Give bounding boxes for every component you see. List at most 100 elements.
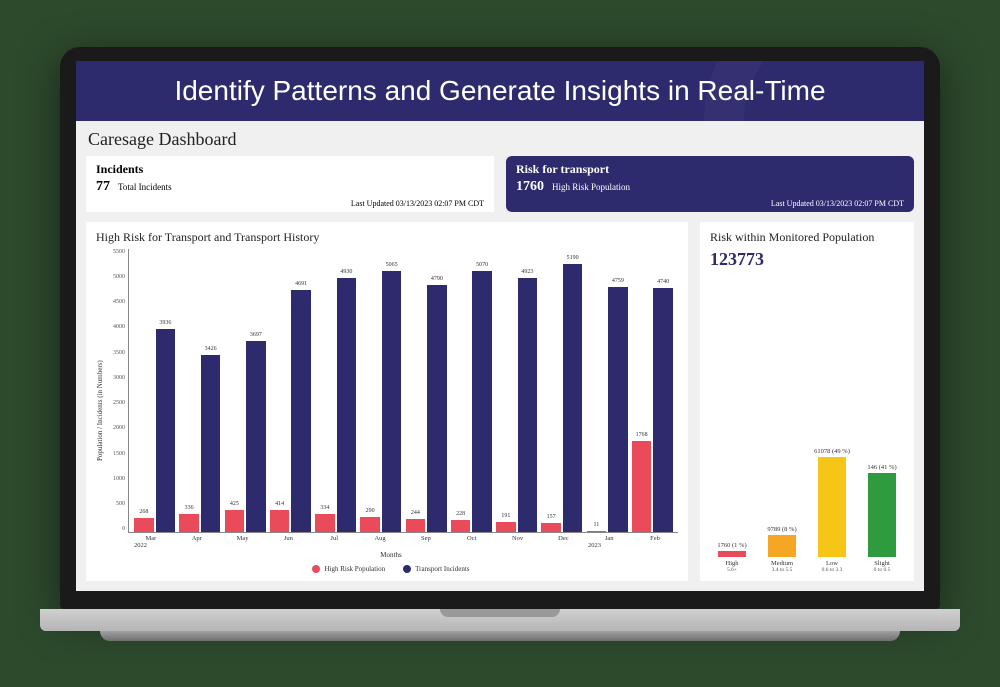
legend-label-0: High Risk Population — [324, 565, 385, 573]
card-risk-transport[interactable]: Risk for transport 1760 High Risk Popula… — [506, 156, 914, 212]
y-tick: 500 — [104, 501, 125, 507]
risk-range-label: 3.4 to 5.5 — [772, 567, 793, 573]
y-tick: 1500 — [104, 451, 125, 457]
y-tick: 3500 — [104, 350, 125, 356]
bar-transport[interactable]: 4930 — [337, 278, 356, 532]
risk-range-label: 0 to 0.5 — [874, 567, 891, 573]
bar-value-label: 157 — [547, 514, 556, 520]
bar-value-label: 4759 — [612, 278, 624, 284]
bar-transport[interactable]: 4759 — [608, 287, 627, 532]
bar-transport[interactable]: 5065 — [382, 271, 401, 532]
bar-value-label: 11 — [594, 522, 600, 528]
x-tick: Jun — [265, 533, 311, 542]
bar-high-risk[interactable]: 268 — [134, 518, 153, 532]
risk-category-label: Slight — [874, 560, 890, 567]
panels: High Risk for Transport and Transport Hi… — [86, 222, 914, 581]
y-tick: 2500 — [104, 400, 125, 406]
month-group: 2444790 — [405, 249, 448, 532]
card-incidents-updated: Last Updated 03/13/2023 02:07 PM CDT — [351, 199, 484, 208]
panel-risk-population: Risk within Monitored Population 123773 … — [700, 222, 914, 581]
bar-high-risk[interactable]: 334 — [315, 514, 334, 531]
bar-transport[interactable]: 4740 — [653, 288, 672, 532]
laptop-foot — [100, 631, 900, 641]
y-tick: 5500 — [104, 249, 125, 255]
month-group: 17684740 — [631, 249, 674, 532]
risk-bar[interactable] — [868, 473, 896, 557]
card-incidents[interactable]: Incidents 77 Total Incidents Last Update… — [86, 156, 494, 212]
bar-value-label: 3426 — [205, 346, 217, 352]
bar-value-label: 4740 — [657, 279, 669, 285]
legend-swatch-navy — [403, 565, 411, 573]
bar-value-label: 4790 — [431, 276, 443, 282]
risk-bar[interactable] — [818, 457, 846, 557]
risk-col-low: 61078 (49 %) Low0.6 to 3.3 — [812, 448, 852, 573]
y-tick: 2000 — [104, 425, 125, 431]
card-risk-sub: High Risk Population — [552, 182, 630, 192]
y-tick: 1000 — [104, 476, 125, 482]
screen: Identify Patterns and Generate Insights … — [76, 61, 924, 591]
bar-high-risk[interactable]: 425 — [225, 510, 244, 532]
bar-transport[interactable]: 4790 — [427, 285, 446, 531]
bar-high-risk[interactable]: 228 — [451, 520, 470, 532]
x-tick: Dec — [540, 533, 586, 542]
chart-ylabel: Population / Incidents (in Numbers) — [96, 249, 104, 573]
month-group: 4144691 — [269, 249, 312, 532]
bar-value-label: 1768 — [636, 432, 648, 438]
risk-panel-title: Risk within Monitored Population — [710, 230, 904, 245]
card-incidents-value: 77 — [96, 179, 110, 195]
bar-value-label: 336 — [185, 505, 194, 511]
screen-bezel: Identify Patterns and Generate Insights … — [60, 47, 940, 609]
bar-high-risk[interactable]: 11 — [587, 531, 606, 532]
legend-swatch-red — [312, 565, 320, 573]
bar-transport[interactable]: 4691 — [291, 290, 310, 531]
risk-bar[interactable] — [718, 551, 746, 557]
bar-high-risk[interactable]: 336 — [179, 514, 198, 531]
card-risk-updated: Last Updated 03/13/2023 02:07 PM CDT — [771, 199, 904, 208]
year-2023: 2023 — [584, 542, 678, 549]
bar-transport[interactable]: 5190 — [563, 264, 582, 531]
risk-col-medium: 9789 (8 %)Medium3.4 to 5.5 — [762, 526, 802, 573]
month-group: 3344930 — [314, 249, 357, 532]
month-group: 2683936 — [133, 249, 176, 532]
x-tick: Apr — [174, 533, 220, 542]
bar-value-label: 425 — [230, 501, 239, 507]
bar-transport[interactable]: 3697 — [246, 341, 265, 531]
bar-high-risk[interactable]: 157 — [541, 523, 560, 531]
bar-high-risk[interactable]: 1768 — [632, 441, 651, 532]
x-tick: Oct — [449, 533, 495, 542]
bar-high-risk[interactable]: 414 — [270, 510, 289, 531]
chart-y-axis: 5500500045004000350030002500200015001000… — [104, 249, 128, 533]
legend-label-1: Transport Incidents — [415, 565, 469, 573]
bar-value-label: 228 — [456, 511, 465, 517]
x-tick: Mar — [128, 533, 174, 542]
y-tick: 5000 — [104, 274, 125, 280]
risk-category-label: Low — [826, 560, 838, 567]
risk-bars: 1760 (1 %)High5.6+9789 (8 %)Medium3.4 to… — [710, 276, 904, 573]
x-tick: Sep — [403, 533, 449, 542]
y-tick: 3000 — [104, 375, 125, 381]
bar-value-label: 5190 — [567, 255, 579, 261]
bar-transport[interactable]: 3426 — [201, 355, 220, 531]
bar-transport[interactable]: 4923 — [518, 278, 537, 531]
dashboard-content: Caresage Dashboard Incidents 77 Total In… — [76, 121, 924, 591]
bar-high-risk[interactable]: 290 — [360, 517, 379, 532]
risk-col-slight: 146 (41 %) Slight0 to 0.5 — [862, 464, 902, 573]
risk-bar[interactable] — [768, 535, 796, 557]
bar-value-label: 4930 — [340, 269, 352, 275]
chart-title: High Risk for Transport and Transport Hi… — [96, 230, 678, 245]
card-incidents-title: Incidents — [96, 162, 484, 177]
bar-high-risk[interactable]: 244 — [406, 519, 425, 532]
bar-transport[interactable]: 3936 — [156, 329, 175, 532]
month-group: 114759 — [586, 249, 629, 532]
card-risk-title: Risk for transport — [516, 162, 904, 177]
risk-range-label: 0.6 to 3.3 — [822, 567, 843, 573]
x-tick: Feb — [632, 533, 678, 542]
bar-value-label: 268 — [139, 509, 148, 515]
risk-value-label: 146 (41 %) — [867, 464, 896, 471]
risk-value-label: 1760 (1 %) — [717, 542, 746, 549]
page-title: Caresage Dashboard — [88, 129, 914, 150]
risk-value-label: 61078 (49 %) — [814, 448, 850, 455]
bar-transport[interactable]: 5070 — [472, 271, 491, 532]
risk-value-label: 9789 (8 %) — [767, 526, 796, 533]
bar-high-risk[interactable]: 191 — [496, 522, 515, 532]
